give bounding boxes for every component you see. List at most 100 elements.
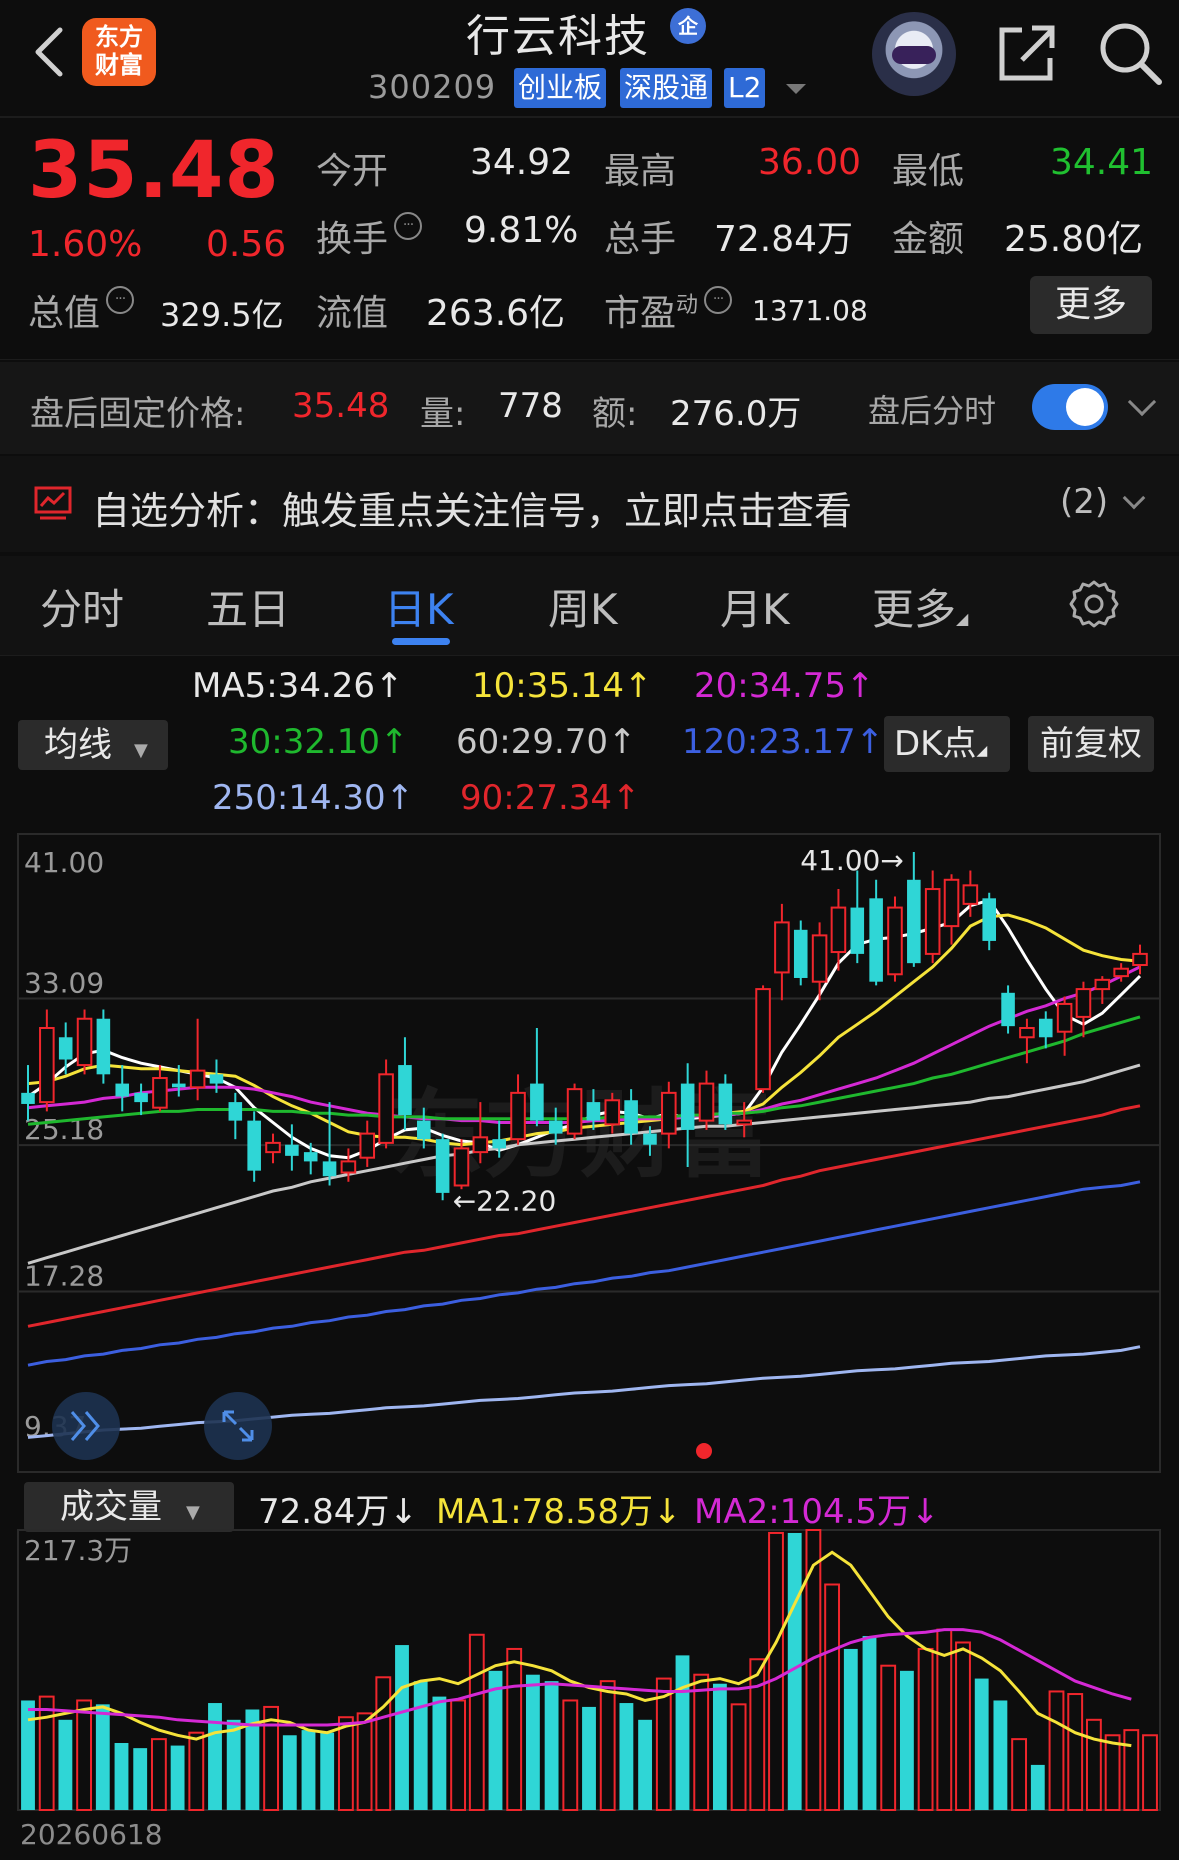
- candle-body: [850, 907, 865, 954]
- volume-bar: [974, 1678, 989, 1810]
- tab-weekly-k[interactable]: 周K: [548, 576, 618, 637]
- period-tabs: 分时 五日 日K 周K 月K 更多◢: [0, 556, 1179, 656]
- enterprise-badge: 企: [670, 8, 706, 44]
- volume-bar: [208, 1703, 222, 1810]
- more-button[interactable]: 更多: [1030, 276, 1152, 334]
- candle-body: [661, 1091, 677, 1135]
- volume-bar: [1123, 1729, 1140, 1811]
- volume-bar: [282, 1735, 297, 1810]
- candle-body: [398, 1065, 412, 1116]
- tab-more[interactable]: 更多◢: [872, 576, 968, 637]
- volume-bar: [58, 1719, 73, 1810]
- search-icon[interactable]: [1095, 18, 1165, 88]
- after-hours-bar: 盘后固定价格: 35.48 量: 778 额: 276.0万 盘后分时: [0, 362, 1179, 454]
- candle-body: [76, 1017, 93, 1067]
- info-icon[interactable]: ···: [704, 286, 733, 314]
- volume-bar: [824, 1583, 841, 1811]
- high-label: 最高: [604, 151, 677, 192]
- fullscreen-arrows-icon[interactable]: [204, 1392, 272, 1460]
- info-icon[interactable]: ···: [106, 286, 135, 314]
- quote-panel: 35.48 1.60% 0.56 今开 34.92 最高 36.00 最低 34…: [0, 120, 1179, 360]
- chevron-down-icon[interactable]: [1122, 486, 1146, 510]
- volume-bar: [38, 1695, 55, 1811]
- candle-body: [115, 1083, 130, 1097]
- dk-point-button[interactable]: DK点◢: [884, 716, 1010, 772]
- candle-body: [566, 1088, 583, 1135]
- volume-bar: [768, 1531, 784, 1811]
- volume-bar: [955, 1641, 971, 1811]
- candle-body: [830, 906, 847, 954]
- volume-bar: [1142, 1734, 1158, 1812]
- candle-body: [962, 884, 979, 905]
- tab-timeshare[interactable]: 分时: [40, 576, 124, 637]
- app-logo[interactable]: 东方 财富: [82, 18, 156, 86]
- gear-icon[interactable]: [1068, 578, 1120, 630]
- ma10-value: 10:35.14↑: [472, 666, 653, 706]
- tab-five-day[interactable]: 五日: [206, 576, 290, 637]
- candle-body: [340, 1160, 357, 1174]
- after-hours-timeshare-label: 盘后分时: [868, 392, 997, 430]
- candle-body: [624, 1100, 638, 1134]
- double-chevron-right-icon[interactable]: [52, 1392, 120, 1460]
- candle-body: [793, 929, 808, 978]
- adjust-mode-button[interactable]: 前复权: [1028, 716, 1154, 772]
- volume-bar: [468, 1633, 485, 1811]
- pe-label[interactable]: 市盈动 ···: [604, 284, 733, 336]
- volume-bar: [899, 1670, 914, 1810]
- candle-body: [1019, 1027, 1035, 1039]
- candle-body: [1113, 967, 1129, 978]
- candle-body: [869, 898, 883, 982]
- float-cap-label: 流值: [316, 293, 389, 334]
- tag-level2: L2: [724, 68, 766, 108]
- candle-body: [736, 1119, 752, 1126]
- volume-bar: [21, 1700, 35, 1810]
- after-hours-price: 35.48: [292, 386, 390, 426]
- back-chevron-icon[interactable]: [30, 22, 70, 82]
- volume-chart[interactable]: 217.3万: [0, 1490, 1179, 1860]
- market-cap-label[interactable]: 总值 ···: [28, 284, 135, 336]
- watchlist-analysis-bar[interactable]: 自选分析：触发重点关注信号，立即点击查看 (2): [0, 456, 1179, 552]
- candle-body: [378, 1073, 394, 1144]
- chevron-down-icon[interactable]: [1127, 387, 1157, 417]
- robot-avatar-icon[interactable]: [872, 12, 956, 96]
- tag-shenzhen-connect: 深股通: [620, 68, 713, 108]
- candle-body: [58, 1037, 73, 1060]
- candle-body: [265, 1141, 281, 1154]
- candle-body: [604, 1099, 621, 1126]
- turnover-label[interactable]: 换手 ···: [316, 210, 423, 262]
- ma20-value: 20:34.75↑: [694, 666, 875, 706]
- ma-selector[interactable]: 均线 ▼: [18, 720, 168, 770]
- candle-body: [417, 1120, 431, 1140]
- after-hours-toggle[interactable]: [1032, 384, 1108, 430]
- corner-caret-icon: ◢: [976, 743, 988, 759]
- candle-body: [1038, 1018, 1053, 1038]
- info-icon[interactable]: ···: [394, 212, 423, 240]
- volume-bar: [1085, 1718, 1102, 1812]
- tab-monthly-k[interactable]: 月K: [720, 576, 790, 637]
- candle-body: [435, 1139, 450, 1193]
- candlestick-chart[interactable]: 东方财富41.0033.0925.1817.289.3741.00→←22.20: [0, 828, 1179, 1478]
- volume-value: 72.84万: [714, 219, 854, 260]
- share-icon[interactable]: [992, 18, 1062, 88]
- volume-bar: [619, 1703, 634, 1810]
- ma250-value: 250:14.30↑: [212, 778, 415, 818]
- candle-body: [887, 906, 903, 976]
- open-value: 34.92: [470, 142, 574, 183]
- analysis-text: 自选分析：触发重点关注信号，立即点击查看: [92, 489, 853, 533]
- candle-body: [453, 1147, 470, 1187]
- volume-bar: [114, 1742, 129, 1810]
- volume-bar: [133, 1748, 148, 1810]
- candle-body: [680, 1083, 695, 1130]
- candle-body: [171, 1083, 186, 1088]
- candle-body: [1075, 988, 1092, 1018]
- candle-body: [718, 1083, 733, 1125]
- y-tick-label: 41.00: [24, 846, 104, 879]
- caret-down-icon[interactable]: [786, 84, 806, 94]
- volume-bar: [562, 1699, 579, 1811]
- candle-body: [1056, 1002, 1073, 1033]
- tab-daily-k[interactable]: 日K: [384, 576, 454, 637]
- corner-caret-icon: ◢: [956, 609, 969, 628]
- after-hours-amt: 276.0万: [670, 394, 802, 434]
- volume-bar: [843, 1648, 858, 1810]
- candle-body: [982, 898, 997, 941]
